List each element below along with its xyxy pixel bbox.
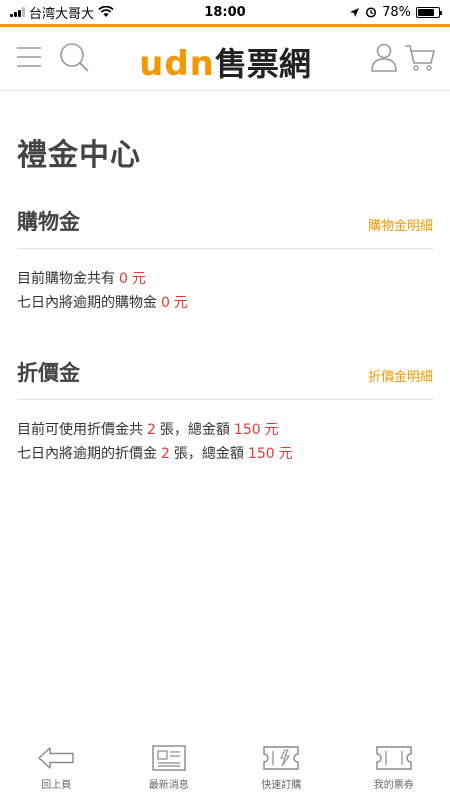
credit-total-unit: 元 xyxy=(131,271,146,287)
back-arrow-icon xyxy=(38,747,74,769)
bottom-nav: 回上頁 最新消息 快速訂購 我的票券 xyxy=(0,738,450,800)
status-right: 78% xyxy=(280,4,442,20)
discount-amount: 150 xyxy=(233,422,261,438)
shopping-credit-expiring-line: 七日內將逾期的購物金 0 元 xyxy=(17,291,433,315)
quick-ticket-icon xyxy=(263,746,299,770)
line-text: 目前購物金共有 xyxy=(17,271,115,287)
carrier-name: 台湾大哥大 xyxy=(29,6,95,22)
discount-available-line: 目前可使用折價金共 2 張，總金額 150 元 xyxy=(17,418,433,442)
shopping-credit-total-line: 目前購物金共有 0 元 xyxy=(17,267,433,291)
section-title: 購物金 xyxy=(17,210,80,234)
nav-quick-order[interactable]: 快速訂購 xyxy=(225,738,338,800)
discount-expiring-amount: 150 xyxy=(247,446,275,462)
discount-expiring-count: 2 xyxy=(161,446,170,462)
line-text: 七日內將逾期的折價金 xyxy=(17,446,157,462)
menu-icon[interactable] xyxy=(14,41,46,73)
line-text: 張，總金額 xyxy=(173,446,244,462)
nav-label: 我的票券 xyxy=(373,780,414,791)
credit-expiring-unit: 元 xyxy=(173,295,188,311)
news-icon xyxy=(152,745,186,771)
logo-text: 售票網 xyxy=(214,45,311,83)
section-header: 折價金 折價金明細 xyxy=(17,357,433,400)
line-text: 目前可使用折價金共 xyxy=(17,422,143,438)
status-left: 台湾大哥大 xyxy=(10,3,170,22)
shopping-credit-detail-link[interactable]: 購物金明細 xyxy=(368,215,433,234)
main-content: 禮金中心 購物金 購物金明細 目前購物金共有 0 元 七日內將逾期的購物金 0 元 折價… xyxy=(17,92,433,466)
nav-label: 快速訂購 xyxy=(261,780,302,791)
nav-news[interactable]: 最新消息 xyxy=(113,738,226,800)
search-icon[interactable] xyxy=(58,41,90,73)
line-text: 張，總金額 xyxy=(159,422,230,438)
discount-section: 折價金 折價金明細 目前可使用折價金共 2 張，總金額 150 元 七日內將逾期的折價金… xyxy=(17,357,433,466)
credit-expiring-value: 0 xyxy=(161,295,170,311)
section-title: 折價金 xyxy=(17,361,80,385)
section-body: 目前可使用折價金共 2 張，總金額 150 元 七日內將逾期的折價金 2 張，總金額 150 元 xyxy=(17,400,433,466)
discount-count: 2 xyxy=(147,422,156,438)
shopping-credit-section: 購物金 購物金明細 目前購物金共有 0 元 七日內將逾期的購物金 0 元 xyxy=(17,206,433,315)
page-title: 禮金中心 xyxy=(17,138,141,173)
discount-unit: 元 xyxy=(264,422,279,438)
wifi-icon xyxy=(98,6,114,17)
location-icon xyxy=(350,7,360,17)
nav-my-tickets[interactable]: 我的票券 xyxy=(338,738,450,800)
nav-label: 回上頁 xyxy=(41,780,72,791)
app-header: udn售票網 xyxy=(0,27,450,91)
status-bar: 台湾大哥大 18:00 78% xyxy=(0,0,450,24)
battery-percent: 78% xyxy=(382,4,411,20)
alarm-icon xyxy=(366,7,377,18)
battery-icon xyxy=(416,6,442,18)
section-header: 購物金 購物金明細 xyxy=(17,206,433,249)
discount-expiring-unit: 元 xyxy=(278,446,293,462)
nav-back[interactable]: 回上頁 xyxy=(0,738,113,800)
section-body: 目前購物金共有 0 元 七日內將逾期的購物金 0 元 xyxy=(17,249,433,315)
status-time: 18:00 xyxy=(204,4,246,20)
user-icon[interactable] xyxy=(368,41,400,73)
credit-total-value: 0 xyxy=(119,271,128,287)
signal-icon xyxy=(10,7,25,17)
nav-label: 最新消息 xyxy=(148,780,189,791)
ticket-icon xyxy=(376,746,412,770)
cart-icon[interactable] xyxy=(404,41,436,73)
discount-expiring-line: 七日內將逾期的折價金 2 張，總金額 150 元 xyxy=(17,442,433,466)
line-text: 七日內將逾期的購物金 xyxy=(17,295,157,311)
logo-brand: udn xyxy=(139,44,215,84)
discount-detail-link[interactable]: 折價金明細 xyxy=(368,366,433,385)
